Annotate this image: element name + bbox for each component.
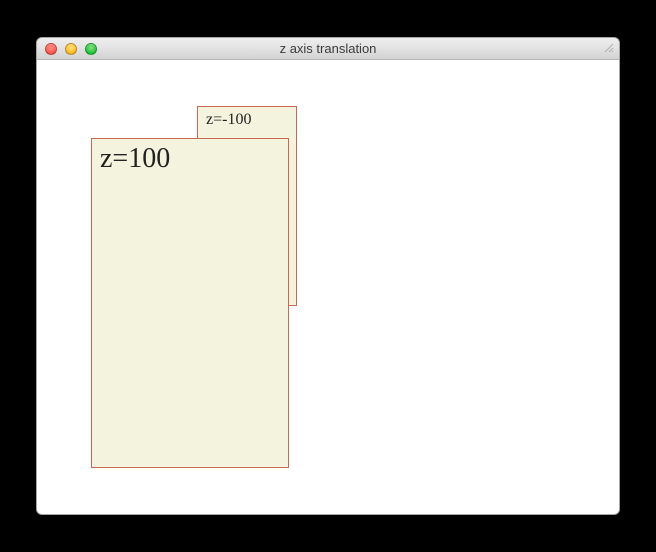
window-shadow: z axis translation z=-100 z=100 <box>36 37 620 515</box>
z-box-back-label: z=-100 <box>206 111 251 128</box>
content-area: z=-100 z=100 <box>37 60 619 514</box>
window-title: z axis translation <box>37 41 619 56</box>
resize-icon[interactable] <box>603 42 615 54</box>
titlebar[interactable]: z axis translation <box>37 38 619 60</box>
minimize-button[interactable] <box>65 43 77 55</box>
close-button[interactable] <box>45 43 57 55</box>
z-box-front-label: z=100 <box>100 143 170 174</box>
zoom-button[interactable] <box>85 43 97 55</box>
app-window: z axis translation z=-100 z=100 <box>36 37 620 515</box>
traffic-lights <box>45 43 97 55</box>
z-box-front: z=100 <box>91 138 289 468</box>
